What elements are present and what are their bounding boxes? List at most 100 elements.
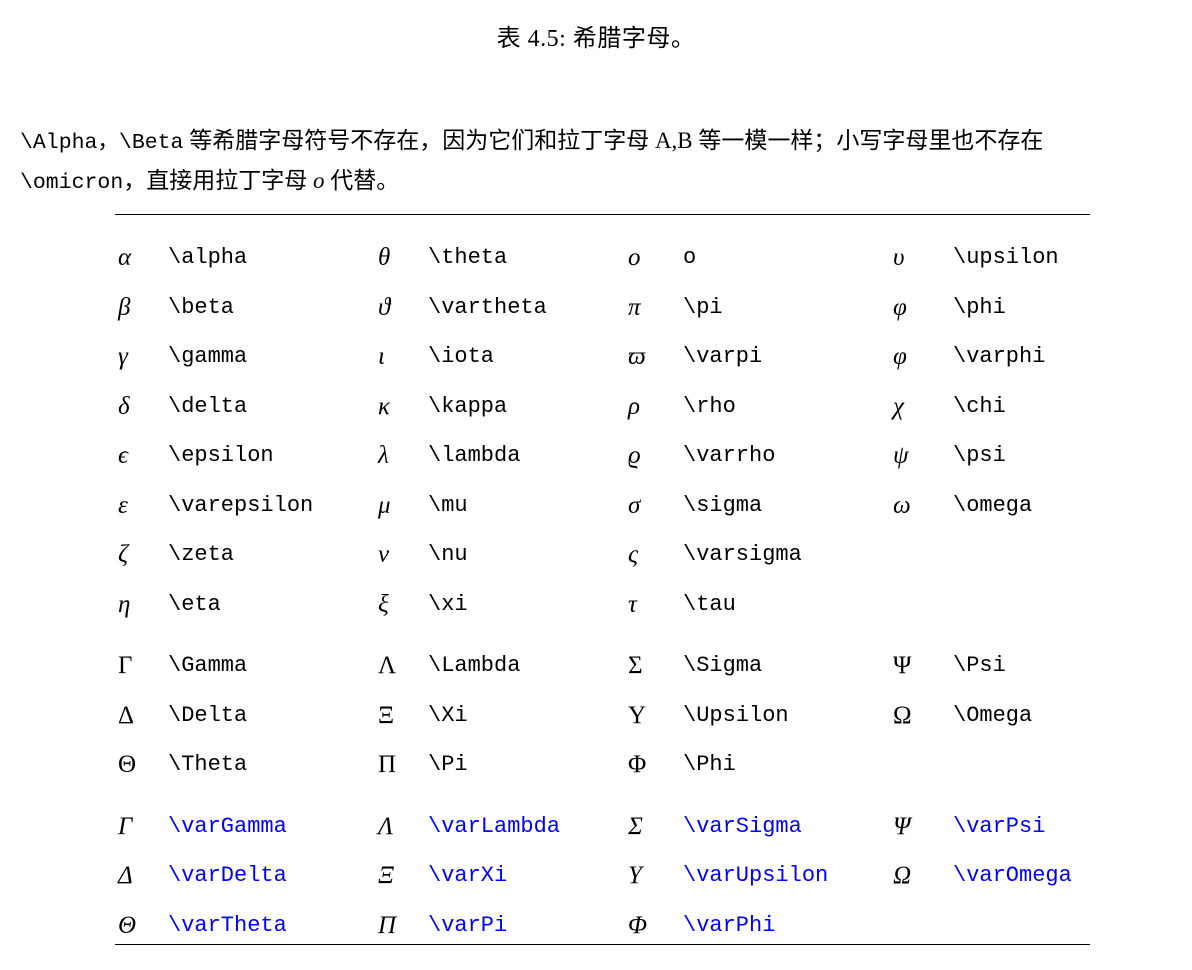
greek-symbol: Ξ (378, 701, 395, 729)
latex-command: \sigma (683, 492, 763, 518)
latex-command: \Phi (683, 752, 736, 777)
greek-symbol: Π (378, 911, 397, 939)
table-row: Δ \Delta Ξ \Xi Υ \Upsilon Ω \Omega (115, 691, 1090, 741)
latex-command: \varepsilon (168, 492, 314, 518)
latex-command: \Lambda (428, 653, 521, 678)
latex-command: \varPhi (683, 912, 776, 938)
latex-command: \mu (428, 492, 468, 518)
latex-command: \lambda (428, 443, 521, 468)
intro-line-1: \Alpha，\Beta 等希腊字母符号不存在，因为它们和拉丁字母 A,B 等一… (20, 122, 1180, 162)
greek-symbol: π (628, 293, 641, 321)
table-row: η \eta ξ \xi τ \tau (115, 580, 1090, 630)
latex-command: \varLambda (428, 813, 561, 839)
greek-symbol: Φ (628, 911, 648, 939)
greek-symbol: φ (893, 293, 907, 321)
latex-command: \Gamma (168, 653, 248, 678)
greek-symbol: ϑ (378, 293, 391, 321)
table-row: β \beta ϑ \vartheta π \pi φ \phi (115, 283, 1090, 333)
latex-command: \tau (683, 591, 736, 617)
greek-symbol: ι (378, 343, 385, 370)
latex-command: \Psi (953, 653, 1006, 678)
latex-command: \omega (953, 492, 1033, 518)
table-caption: 表 4.5: 希腊字母。 (0, 22, 1192, 56)
latex-command: \rho (683, 393, 736, 419)
greek-symbol: ν (378, 541, 390, 568)
greek-symbol: Ψ (893, 812, 911, 840)
intro-code-alpha-beta: \Alpha，\Beta (20, 131, 184, 155)
greek-symbol: λ (378, 442, 389, 469)
table-row: γ \gamma ι \iota ϖ \varpi φ \varphi (115, 332, 1090, 382)
greek-symbol: Σ (628, 812, 643, 840)
intro-line-2: \omicron，直接用拉丁字母 o 代替。 (20, 162, 1180, 202)
latex-command: \varUpsilon (683, 863, 829, 888)
latex-command: \kappa (428, 393, 508, 419)
greek-symbol: ϵ (118, 442, 129, 469)
table-group-uppercase: Γ \Gamma Λ \Lambda Σ \Sigma Ψ \Psi Δ \Delta Ξ \Xi Υ \… (115, 641, 1090, 790)
intro-paragraph: \Alpha，\Beta 等希腊字母符号不存在，因为它们和拉丁字母 A,B 等一… (20, 122, 1180, 202)
table-group-lowercase: α \alpha θ \theta o o υ \upsilon β \beta ϑ \varthet… (115, 233, 1090, 629)
latex-command: \varSigma (683, 813, 802, 839)
greek-symbol: τ (628, 590, 637, 618)
table-row: Θ \varTheta Π \varPi Φ \varPhi (115, 901, 1090, 951)
latex-command: \vartheta (428, 294, 547, 320)
greek-symbol: ψ (893, 442, 909, 469)
latex-command: \varPsi (953, 813, 1046, 839)
latex-command: \Pi (428, 752, 468, 777)
greek-symbol: Ψ (893, 652, 912, 679)
latex-command: \beta (168, 294, 235, 320)
greek-symbol: δ (118, 392, 130, 420)
latex-command: \varXi (428, 863, 508, 888)
table-group-gap (115, 790, 1090, 802)
latex-command: \varGamma (168, 813, 287, 839)
latex-command: \chi (953, 393, 1006, 419)
latex-command: \delta (168, 393, 248, 419)
greek-symbol: Φ (628, 751, 647, 778)
latex-command: \psi (953, 443, 1006, 468)
latex-command: \epsilon (168, 443, 274, 468)
greek-symbol: γ (118, 343, 128, 370)
table-row: α \alpha θ \theta o o υ \upsilon (115, 233, 1090, 283)
table-row: ε \varepsilon μ \mu σ \sigma ω \omega (115, 481, 1090, 531)
greek-symbol: Σ (628, 652, 643, 679)
greek-symbol: Δ (118, 862, 133, 889)
latex-command: \varTheta (168, 912, 287, 938)
table-bottom-rule (115, 944, 1090, 945)
table-row: δ \delta κ \kappa ρ \rho χ \chi (115, 382, 1090, 432)
table-row: ζ \zeta ν \nu ς \varsigma (115, 530, 1090, 580)
latex-command: \varpi (683, 344, 763, 369)
greek-symbol: θ (378, 244, 391, 271)
greek-symbol: Δ (118, 701, 135, 729)
greek-symbol: Λ (378, 812, 394, 840)
greek-symbol: φ (893, 343, 907, 370)
greek-symbol: Ξ (378, 862, 394, 889)
table-row: ϵ \epsilon λ \lambda ϱ \varrho ψ \psi (115, 431, 1090, 481)
latex-command: \varOmega (953, 863, 1072, 888)
latex-command: \upsilon (953, 245, 1059, 270)
greek-symbol: ε (118, 491, 128, 519)
greek-symbol: Υ (628, 701, 647, 729)
greek-symbol: Ω (893, 701, 912, 729)
latex-command: \pi (683, 294, 723, 320)
greek-symbol: Γ (118, 812, 133, 840)
latex-command: \Upsilon (683, 702, 789, 728)
table-caption-text: 表 4.5: 希腊字母。 (496, 26, 696, 52)
latex-command: \theta (428, 245, 508, 270)
latex-command: \varrho (683, 443, 776, 468)
table-group-uppercase-italic-var: Γ \varGamma Λ \varLambda Σ \varSigma Ψ \varPsi Δ… (115, 802, 1090, 951)
greek-symbol: Π (378, 751, 397, 778)
latex-command: \Delta (168, 702, 248, 728)
greek-symbol: ξ (378, 590, 389, 618)
greek-symbol: β (118, 293, 131, 321)
greek-symbol: ρ (628, 392, 640, 420)
latex-command: \eta (168, 591, 221, 617)
latex-command: \varPi (428, 912, 508, 938)
table-group-gap (115, 629, 1090, 641)
table-row: Δ \varDelta Ξ \varXi Υ \varUpsilon Ω \varOmega (115, 851, 1090, 901)
latex-command: \varphi (953, 344, 1046, 369)
intro-text-4: 代替。 (324, 168, 400, 193)
greek-symbol: Θ (118, 751, 137, 778)
greek-symbol: ϱ (628, 442, 641, 469)
latex-command: \gamma (168, 344, 248, 369)
latex-command: \varsigma (683, 542, 802, 567)
table-row: Θ \Theta Π \Pi Φ \Phi (115, 740, 1090, 790)
